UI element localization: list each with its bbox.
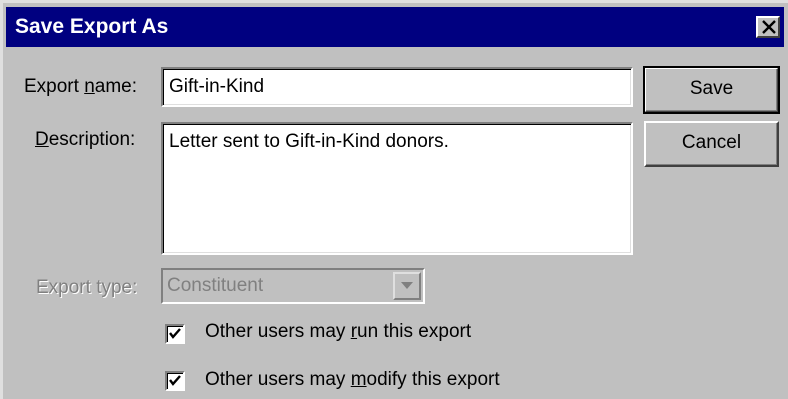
description-value: Letter sent to Gift-in-Kind donors. (169, 131, 449, 152)
checkmark-icon (169, 328, 181, 339)
window-title: Save Export As (15, 15, 169, 38)
export-type-select: Constituent (161, 268, 425, 304)
export-name-input[interactable]: Gift-in-Kind (161, 67, 633, 107)
save-button-label: Save (689, 78, 734, 99)
export-name-label: Export name: (24, 76, 138, 97)
export-type-value: Constituent (167, 275, 264, 296)
close-icon (762, 20, 776, 34)
cancel-button-label: Cancel (681, 132, 742, 153)
close-button[interactable] (756, 16, 780, 38)
chevron-down-icon (401, 282, 413, 289)
modify-export-label[interactable]: Other users may modify this export (205, 369, 500, 391)
cancel-button[interactable]: Cancel (644, 121, 779, 167)
dropdown-arrow-button (393, 272, 421, 300)
modify-export-checkbox[interactable] (165, 371, 185, 391)
save-button[interactable]: Save (643, 66, 780, 114)
description-label: Description: (35, 129, 136, 150)
title-bar[interactable]: Save Export As (6, 7, 784, 47)
checkmark-icon (169, 375, 181, 386)
save-export-dialog: Save Export As Export name: Gift-in-Kind… (0, 0, 788, 399)
run-export-label[interactable]: Other users may run this export (205, 321, 471, 343)
run-export-checkbox[interactable] (165, 324, 185, 344)
export-name-value: Gift-in-Kind (169, 76, 265, 97)
export-type-label: Export type: (36, 277, 138, 298)
description-textarea[interactable]: Letter sent to Gift-in-Kind donors. (161, 122, 633, 255)
